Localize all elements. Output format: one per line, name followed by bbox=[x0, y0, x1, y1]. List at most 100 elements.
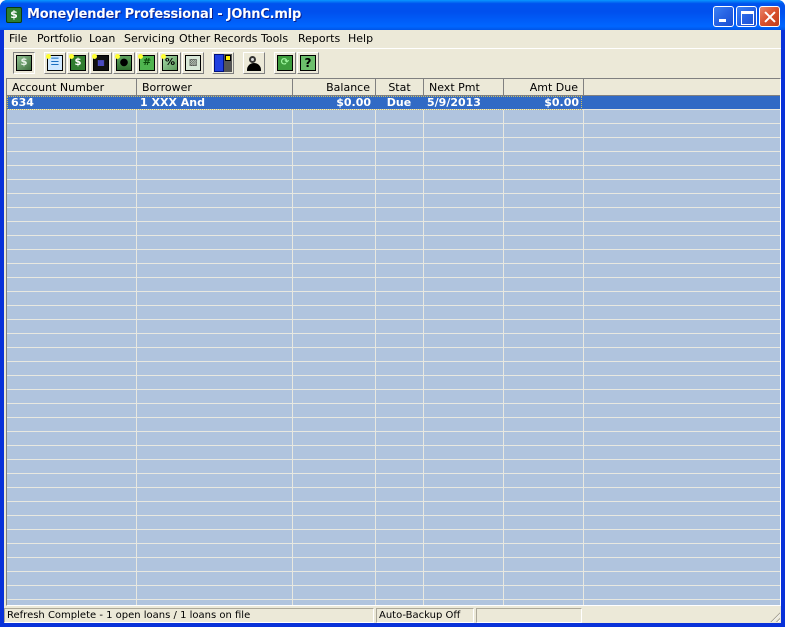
borrower-button[interactable]: ● bbox=[113, 52, 135, 74]
grid-body: 634 1 XXX And $0.00 Due 5/9/2013 $0.00 bbox=[7, 96, 780, 605]
menu-reports[interactable]: Reports bbox=[298, 32, 340, 45]
empty-row bbox=[7, 306, 780, 320]
empty-row bbox=[7, 194, 780, 208]
company-button[interactable]: ▦ bbox=[90, 52, 112, 74]
refresh-icon: ⟳ bbox=[277, 55, 293, 71]
status-extra bbox=[476, 608, 582, 623]
loan-dollar-icon: $ bbox=[69, 54, 86, 71]
empty-row bbox=[7, 502, 780, 516]
empty-row bbox=[7, 348, 780, 362]
help-icon: ? bbox=[300, 55, 316, 71]
cell-next-pmt: 5/9/2013 bbox=[427, 96, 481, 109]
table-row[interactable]: 634 1 XXX And $0.00 Due 5/9/2013 $0.00 bbox=[7, 96, 780, 110]
empty-row bbox=[7, 180, 780, 194]
search-person-icon bbox=[245, 54, 263, 72]
calculator-button[interactable] bbox=[212, 52, 234, 74]
col-balance[interactable]: Balance bbox=[293, 79, 376, 96]
person-icon: ● bbox=[115, 54, 132, 71]
empty-row bbox=[7, 572, 780, 586]
empty-row bbox=[7, 166, 780, 180]
col-filler bbox=[584, 79, 780, 96]
search-borrower-button[interactable] bbox=[243, 52, 265, 74]
col-amt-due[interactable]: Amt Due bbox=[504, 79, 584, 96]
col-borrower[interactable]: Borrower bbox=[137, 79, 293, 96]
title-bar[interactable]: $ Moneylender Professional - JOhnC.mlp bbox=[0, 0, 785, 30]
empty-row bbox=[7, 432, 780, 446]
menu-portfolio[interactable]: Portfolio bbox=[37, 32, 82, 45]
col-next-pmt[interactable]: Next Pmt bbox=[424, 79, 504, 96]
rate-button[interactable]: % bbox=[159, 52, 181, 74]
menu-servicing[interactable]: Servicing bbox=[124, 32, 175, 45]
col-account-number[interactable]: Account Number bbox=[7, 79, 137, 96]
empty-row bbox=[7, 236, 780, 250]
hash-dollar-icon: # bbox=[138, 54, 155, 71]
empty-row bbox=[7, 474, 780, 488]
empty-row bbox=[7, 418, 780, 432]
empty-row bbox=[7, 544, 780, 558]
app-window: $ Moneylender Professional - JOhnC.mlp F… bbox=[0, 0, 785, 627]
window-title: Moneylender Professional - JOhnC.mlp bbox=[27, 7, 302, 22]
loans-grid[interactable]: Account Number Borrower Balance Stat Nex… bbox=[6, 78, 781, 606]
col-stat[interactable]: Stat bbox=[376, 79, 424, 96]
cell-amt-due: $0.00 bbox=[544, 96, 579, 109]
calculator-icon bbox=[214, 54, 232, 72]
toolbar: $ ☰ $ ▦ ● # % ▨ ⟳ ? bbox=[4, 50, 781, 76]
document-button[interactable]: ▨ bbox=[182, 52, 204, 74]
refresh-button[interactable]: ⟳ bbox=[274, 52, 296, 74]
cell-balance: $0.00 bbox=[336, 96, 371, 109]
status-bar: Refresh Complete - 1 open loans / 1 loan… bbox=[4, 607, 781, 623]
grid-header: Account Number Borrower Balance Stat Nex… bbox=[7, 79, 780, 96]
new-loan-button[interactable]: $ bbox=[67, 52, 89, 74]
cell-account-number: 634 bbox=[11, 96, 34, 109]
menu-loan[interactable]: Loan bbox=[89, 32, 115, 45]
empty-row bbox=[7, 222, 780, 236]
money-icon: $ bbox=[16, 55, 32, 71]
empty-row bbox=[7, 446, 780, 460]
status-auto-backup: Auto-Backup Off bbox=[376, 608, 474, 623]
empty-row bbox=[7, 110, 780, 124]
empty-row bbox=[7, 558, 780, 572]
dollar-icon[interactable]: $ bbox=[6, 7, 22, 23]
empty-row bbox=[7, 278, 780, 292]
client-area: File Portfolio Loan Servicing Other Reco… bbox=[4, 30, 781, 623]
document-icon: ▨ bbox=[185, 55, 201, 71]
ledger-button[interactable]: ☰ bbox=[44, 52, 66, 74]
empty-row bbox=[7, 460, 780, 474]
help-button[interactable]: ? bbox=[297, 52, 319, 74]
empty-row bbox=[7, 530, 780, 544]
menu-tools[interactable]: Tools bbox=[261, 32, 288, 45]
menu-separator bbox=[4, 48, 781, 49]
ledger-icon: ☰ bbox=[46, 54, 63, 71]
empty-row bbox=[7, 138, 780, 152]
empty-row bbox=[7, 390, 780, 404]
cell-stat: Due bbox=[386, 96, 412, 109]
empty-row bbox=[7, 516, 780, 530]
resize-grip[interactable] bbox=[768, 610, 780, 622]
minimize-button[interactable] bbox=[713, 6, 734, 27]
empty-row bbox=[7, 376, 780, 390]
empty-row bbox=[7, 488, 780, 502]
empty-row bbox=[7, 600, 780, 605]
empty-row bbox=[7, 124, 780, 138]
menu-bar: File Portfolio Loan Servicing Other Reco… bbox=[4, 30, 781, 48]
empty-row bbox=[7, 404, 780, 418]
empty-row bbox=[7, 292, 780, 306]
status-message: Refresh Complete - 1 open loans / 1 loan… bbox=[4, 608, 374, 623]
maximize-button[interactable] bbox=[736, 6, 757, 27]
factory-icon: ▦ bbox=[92, 54, 109, 71]
empty-row bbox=[7, 250, 780, 264]
empty-row bbox=[7, 208, 780, 222]
menu-other-records[interactable]: Other Records bbox=[179, 32, 257, 45]
close-button[interactable] bbox=[759, 6, 780, 27]
cell-borrower: 1 XXX And bbox=[140, 96, 205, 109]
empty-row bbox=[7, 586, 780, 600]
empty-row bbox=[7, 264, 780, 278]
percent-icon: % bbox=[161, 54, 178, 71]
menu-file[interactable]: File bbox=[9, 32, 27, 45]
empty-row bbox=[7, 320, 780, 334]
empty-row bbox=[7, 362, 780, 376]
menu-help[interactable]: Help bbox=[348, 32, 373, 45]
portfolio-button[interactable]: $ bbox=[13, 52, 35, 74]
payment-button[interactable]: # bbox=[136, 52, 158, 74]
empty-row bbox=[7, 334, 780, 348]
